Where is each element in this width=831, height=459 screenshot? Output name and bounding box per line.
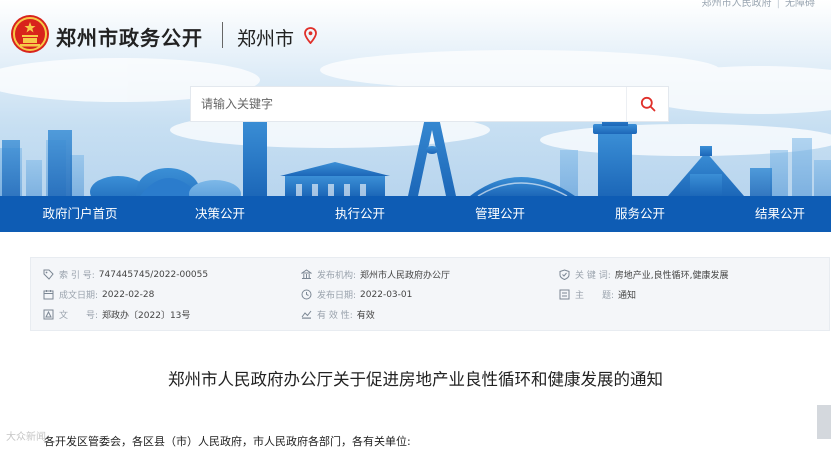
clock-icon (301, 289, 312, 300)
search-button[interactable] (626, 87, 668, 121)
top-links: 郑州市人民政府 | 无障碍 (701, 0, 815, 9)
shield-check-icon (559, 269, 570, 280)
search-box (190, 86, 669, 122)
top-link-gov[interactable]: 郑州市人民政府 (702, 0, 772, 9)
info-subject-value: 通知 (618, 291, 637, 301)
document-icon (43, 309, 54, 320)
tag-icon (43, 269, 54, 280)
nav-home[interactable]: 政府门户首页 (42, 196, 117, 232)
nav-management[interactable]: 管理公开 (475, 196, 525, 232)
info-doc-number-value: 郑政办〔2022〕13号 (102, 311, 191, 321)
info-index-value: 747445745/2022-00055 (98, 269, 209, 280)
document-info-panel: 索 引 号: 747445745/2022-00055 发布机构: 郑州市人民政… (30, 257, 830, 331)
info-doc-number: 文 号: 郑政办〔2022〕13号 (43, 308, 190, 321)
info-published-date: 发布日期: 2022-03-01 (301, 288, 412, 301)
title-divider (222, 22, 223, 48)
nav-service[interactable]: 服务公开 (615, 196, 665, 232)
article-title: 郑州市人民政府办公厅关于促进房地产业良性循环和健康发展的通知 (168, 370, 663, 389)
info-created-date: 成文日期: 2022-02-28 (43, 288, 154, 301)
info-subject: 主 题: 通知 (559, 288, 636, 301)
side-float-tab[interactable] (817, 405, 831, 439)
info-keywords-value: 房地产业,良性循环,健康发展 (614, 271, 729, 281)
search-icon (640, 96, 655, 112)
info-keywords: 关 键 词: 房地产业,良性循环,健康发展 (559, 268, 729, 281)
article-recipient: 各开发区管委会，各区县（市）人民政府，市人民政府各部门，各有关单位: (44, 435, 411, 448)
site-title[interactable]: 郑州市政务公开 (56, 22, 203, 51)
subject-icon (559, 289, 570, 300)
info-index: 索 引 号: 747445745/2022-00055 (43, 268, 208, 281)
search-input[interactable] (191, 87, 626, 121)
info-org-value: 郑州市人民政府办公厅 (360, 271, 451, 281)
building-icon (301, 269, 312, 279)
info-created-value: 2022-02-28 (102, 289, 155, 300)
national-emblem-icon (11, 15, 49, 53)
main-nav: 政府门户首页 决策公开 执行公开 管理公开 服务公开 结果公开 (0, 196, 831, 232)
nav-decision[interactable]: 决策公开 (195, 196, 245, 232)
location-pin-icon[interactable] (304, 27, 317, 44)
top-link-accessibility[interactable]: 无障碍 (785, 0, 815, 9)
city-selector[interactable]: 郑州市 (237, 24, 294, 51)
info-validity: 有 效 性: 有效 (301, 308, 375, 321)
nav-execution[interactable]: 执行公开 (335, 196, 385, 232)
info-org: 发布机构: 郑州市人民政府办公厅 (301, 268, 450, 281)
validity-icon (301, 310, 312, 319)
info-published-value: 2022-03-01 (360, 289, 413, 300)
calendar-icon (43, 290, 54, 300)
info-validity-value: 有效 (356, 311, 375, 321)
watermark: 大众新闻 (6, 432, 46, 443)
nav-result[interactable]: 结果公开 (755, 196, 805, 232)
header-banner: 郑州市人民政府 | 无障碍 郑州市政务公开 郑州市 (0, 0, 831, 196)
